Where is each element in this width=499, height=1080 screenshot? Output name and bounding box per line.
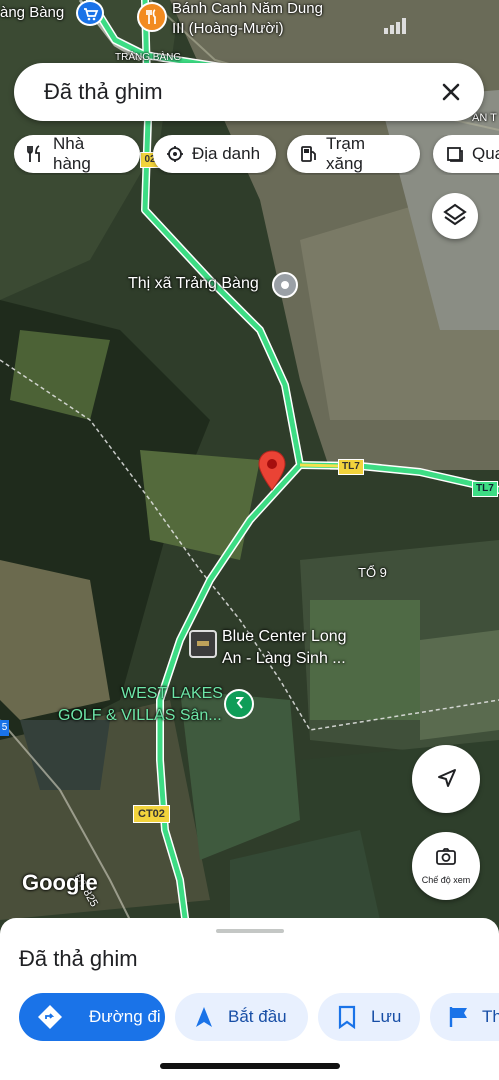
map-label-blue-center-line1[interactable]: Blue Center Long <box>222 628 347 646</box>
view-mode-button[interactable]: Chế độ xem <box>412 832 480 900</box>
gas-station-icon <box>301 146 316 162</box>
map-label-top-left: àng Bàng <box>0 4 65 21</box>
restaurant-icon <box>27 145 40 162</box>
report-label: Th <box>482 1007 499 1026</box>
my-location-button[interactable] <box>412 745 480 813</box>
layers-button[interactable] <box>432 193 478 239</box>
chip-landmarks[interactable]: Địa danh <box>153 135 276 173</box>
save-button[interactable]: Lưu <box>318 993 420 1041</box>
home-indicator[interactable] <box>160 1063 340 1069</box>
report-button[interactable]: Th <box>430 993 499 1041</box>
start-button[interactable]: Bắt đầu <box>175 993 308 1041</box>
chip-shopping-label: Qua <box>472 144 499 163</box>
signal-icon <box>384 18 410 39</box>
map-label-town[interactable]: Thị xã Trảng Bàng <box>128 275 259 293</box>
chip-restaurants-label: Nhà hàng <box>53 135 91 173</box>
dropped-pin-icon[interactable] <box>256 449 288 498</box>
navigation-icon <box>196 1007 212 1027</box>
navigate-arrow-icon <box>438 769 456 787</box>
restaurant-poi-icon[interactable] <box>137 2 167 32</box>
chip-restaurants[interactable]: Nhà hàng <box>14 135 140 173</box>
map-label-golf-line2[interactable]: GOLF & VILLAS Sân... <box>58 707 222 725</box>
shopping-cart-poi-icon[interactable] <box>76 0 104 26</box>
category-chips: Nhà hàng Địa danh Trạm xăng Qua <box>14 135 499 175</box>
shopping-icon <box>447 147 463 162</box>
road-shield-left: 5 <box>0 720 9 736</box>
map-label-blue-center-line2[interactable]: An - Làng Sinh ... <box>222 650 346 668</box>
map-label-trang-bang-road: TRẢNG BÀNG <box>115 52 182 63</box>
directions-label: Đường đi <box>89 1007 161 1026</box>
road-shield-ct02: CT02 <box>133 805 170 823</box>
bookmark-icon <box>338 1005 356 1029</box>
chip-gas-stations-label: Trạm xăng <box>326 135 366 173</box>
road-shield-tl7-a: TL7 <box>338 459 364 475</box>
sheet-title: Đã thả ghim <box>19 946 138 971</box>
save-label: Lưu <box>371 1007 402 1026</box>
town-location-icon[interactable] <box>272 272 298 298</box>
camera-view-icon <box>436 848 456 865</box>
view-mode-label: Chế độ xem <box>421 875 471 885</box>
start-label: Bắt đầu <box>228 1007 287 1026</box>
building-poi-icon[interactable] <box>189 630 217 658</box>
directions-icon <box>38 1005 62 1029</box>
flag-icon <box>449 1007 467 1027</box>
sheet-drag-handle[interactable] <box>216 929 284 933</box>
search-title[interactable]: Đã thả ghim <box>44 79 163 105</box>
map-label-top-right: AN T <box>472 112 497 124</box>
golf-poi-icon[interactable] <box>224 689 254 719</box>
map-label-to9: TỔ 9 <box>358 565 387 580</box>
map-label-restaurant-line1[interactable]: Bánh Canh Năm Dung <box>172 0 323 17</box>
layers-icon <box>443 203 467 226</box>
search-bar[interactable]: Đã thả ghim <box>14 63 484 121</box>
landmark-icon <box>167 146 183 162</box>
chip-shopping[interactable]: Qua <box>433 135 499 173</box>
google-logo: Google <box>22 870 98 895</box>
chip-gas-stations[interactable]: Trạm xăng <box>287 135 420 173</box>
chip-landmarks-label: Địa danh <box>192 144 261 163</box>
map-label-restaurant-line2[interactable]: III (Hoàng-Mười) <box>172 20 284 37</box>
map-label-golf-line1[interactable]: WEST LAKES <box>121 685 223 703</box>
directions-button[interactable]: Đường đi <box>19 993 165 1041</box>
road-shield-tl7-b: TL7 <box>472 481 498 497</box>
close-icon[interactable] <box>436 77 466 107</box>
